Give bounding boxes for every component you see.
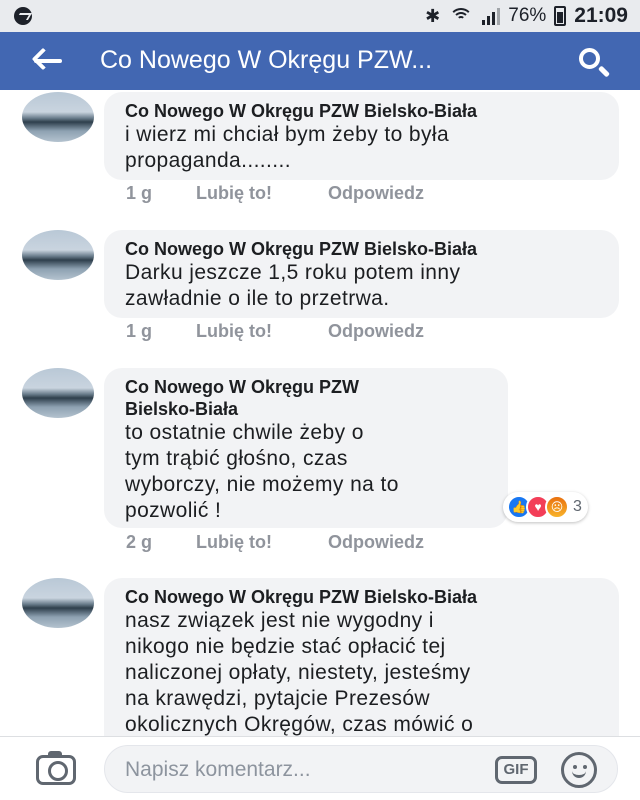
comment-bubble[interactable]: Co Nowego W Okręgu PZW Bielsko-Biała Dar… [104,230,619,318]
comment-text-line: pozwolić ! [125,499,222,522]
signal-icon [482,7,501,25]
reply-button[interactable]: Odpowiedz [328,321,424,342]
comment-author[interactable]: Bielsko-Biała [125,398,488,420]
bluetooth-icon: ✱ [425,5,441,26]
comment-bubble[interactable]: Co Nowego W Okręgu PZW Bielsko-Biała nas… [104,578,619,736]
comment-text-line: to ostatnie chwile żeby o [125,421,364,444]
battery-icon [554,6,567,26]
like-button[interactable]: Lubię to! [196,183,328,204]
clock: 21:09 [574,4,628,27]
messenger-icon [14,7,32,25]
comment-text-line: nikogo nie będzie stać opłacić tej [125,635,446,658]
comment-text-line: naliczonej opłaty, niestety, jesteśmy [125,661,471,684]
emoji-icon[interactable] [561,752,597,788]
comment-text-line: propaganda........ [125,149,291,172]
comment-time[interactable]: 1 g [126,321,196,342]
comment-time[interactable]: 2 g [126,532,196,553]
reaction-count: 3 [573,498,582,515]
comment-actions: 2 g Lubię to! Odpowiedz [126,532,424,553]
app-header: Co Nowego W Okręgu PZW... [0,32,640,90]
avatar[interactable] [22,578,94,628]
comment-bubble[interactable]: Co Nowego W Okręgu PZW Bielsko-Biała i w… [104,92,619,180]
comment-text-line: i wierz mi chciał bym żeby to była [125,123,450,146]
comment-list[interactable]: Co Nowego W Okręgu PZW Bielsko-Biała i w… [0,90,640,736]
reactions-summary[interactable]: 👍 ♥ ☹ 3 [503,492,588,522]
avatar[interactable] [22,230,94,280]
comment-text-line: nasz związek jest nie wygodny i [125,609,434,632]
battery-percent: 76% [508,5,547,26]
comment-author[interactable]: Co Nowego W Okręgu PZW Bielsko-Biała [125,238,599,260]
comment-actions: 1 g Lubię to! Odpowiedz [126,183,424,204]
back-arrow-icon[interactable] [30,46,66,76]
comment-text-line: okolicznych Okręgów, czas mówić o [125,713,474,736]
comment-actions: 1 g Lubię to! Odpowiedz [126,321,424,342]
status-bar: ✱ 76% 21:09 [0,0,640,32]
comment-text-line: zawładnie o ile to przetrwa. [125,287,390,310]
comment-text-line: wyborczy, nie możemy na to [125,473,399,496]
like-button[interactable]: Lubię to! [196,321,328,342]
comment-time[interactable]: 1 g [126,183,196,204]
comment-text-line: Darku jeszcze 1,5 roku potem inny [125,261,461,284]
comment-bubble[interactable]: Co Nowego W Okręgu PZW Bielsko-Biała to … [104,368,508,528]
avatar[interactable] [22,92,94,142]
comment-text-line: tym trąbić głośno, czas [125,447,348,470]
comment-author[interactable]: Co Nowego W Okręgu PZW Bielsko-Biała [125,100,599,122]
comment-author[interactable]: Co Nowego W Okręgu PZW Bielsko-Biała [125,586,599,608]
page-title: Co Nowego W Okręgu PZW... [100,46,433,74]
comment-composer: GIF [0,736,640,800]
search-icon[interactable] [576,45,611,79]
camera-icon[interactable] [36,751,76,785]
angry-reaction-icon: ☹ [545,495,569,519]
status-icons: ✱ 76% 21:09 [425,4,628,28]
reply-button[interactable]: Odpowiedz [328,183,424,204]
wifi-icon [448,6,474,26]
reply-button[interactable]: Odpowiedz [328,532,424,553]
comment-input-wrapper[interactable]: GIF [104,745,618,793]
like-button[interactable]: Lubię to! [196,532,328,553]
comment-author[interactable]: Co Nowego W Okręgu PZW [125,376,488,398]
comment-input[interactable] [125,756,485,784]
avatar[interactable] [22,368,94,418]
gif-icon[interactable]: GIF [495,756,537,784]
comment-text-line: na krawędzi, pytajcie Prezesów [125,687,430,710]
